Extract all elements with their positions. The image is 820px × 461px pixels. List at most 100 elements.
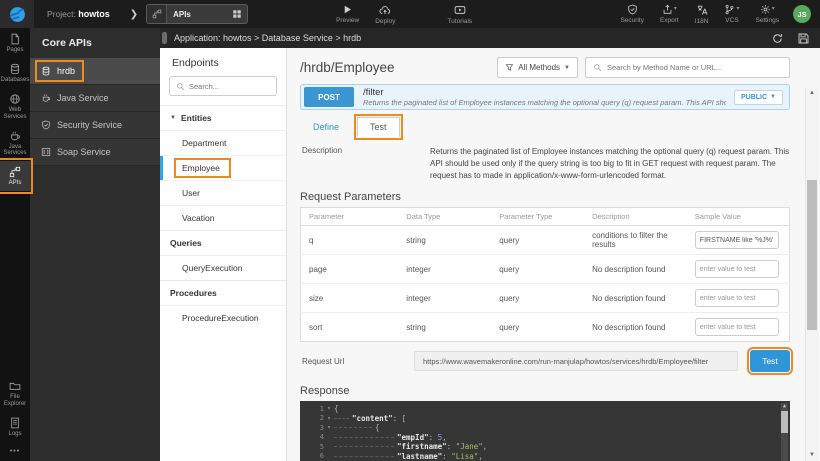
settings-button[interactable]: ▾ Settings bbox=[756, 4, 780, 24]
refresh-icon[interactable] bbox=[771, 32, 784, 45]
endpoint-path: /filter bbox=[363, 87, 726, 98]
endpoint-item-user[interactable]: User bbox=[160, 180, 286, 205]
sample-value-input-size[interactable] bbox=[695, 289, 779, 307]
db-icon bbox=[41, 66, 51, 76]
endpoint-item-label: ProcedureExecution bbox=[177, 311, 264, 325]
code-line: 4"empId": 5, bbox=[300, 433, 790, 443]
code-line: 3▾{ bbox=[300, 423, 790, 433]
deploy-button[interactable]: Deploy bbox=[375, 4, 395, 25]
methods-filter-dropdown[interactable]: All Methods ▼ bbox=[497, 57, 578, 78]
service-item-hrdb[interactable]: hrdb bbox=[30, 58, 160, 85]
response-editor[interactable]: ▲ ▼ 1▾{2▾"content": [3▾{4"empId": 5,5"fi… bbox=[300, 401, 790, 461]
endpoints-search-input[interactable] bbox=[189, 82, 269, 91]
endpoint-item-vacation[interactable]: Vacation bbox=[160, 205, 286, 230]
column-header-description: Description bbox=[584, 208, 687, 226]
editor-scrollbar[interactable]: ▲ ▼ bbox=[781, 403, 788, 461]
param-parameter-type: query bbox=[491, 255, 584, 284]
save-icon[interactable] bbox=[797, 32, 810, 45]
tab-test[interactable]: Test bbox=[357, 117, 400, 137]
param-data-type: integer bbox=[398, 255, 491, 284]
endpoint-item-label: QueryExecution bbox=[177, 261, 247, 275]
service-item-label: Security Service bbox=[57, 120, 122, 130]
code-text: { bbox=[334, 404, 339, 413]
request-parameters-table: ParameterData TypeParameter TypeDescript… bbox=[300, 207, 790, 342]
param-description: No description found bbox=[584, 255, 687, 284]
sample-value-input-sort[interactable] bbox=[695, 318, 779, 336]
method-badge[interactable]: POST bbox=[304, 87, 354, 107]
tab-define[interactable]: Define bbox=[309, 118, 343, 136]
method-search-input[interactable] bbox=[607, 63, 782, 72]
rail-item-apis[interactable]: APIs bbox=[0, 161, 30, 191]
export-icon bbox=[662, 4, 673, 15]
wavemaker-logo[interactable] bbox=[0, 0, 34, 28]
rail-item-pages[interactable]: Pages bbox=[0, 28, 30, 58]
sample-value-input-page[interactable] bbox=[695, 260, 779, 278]
code-text: "firstname": "Jane", bbox=[334, 442, 487, 451]
code-line: 6"lastname": "Lisa", bbox=[300, 452, 790, 461]
endpoint-item-department[interactable]: Department bbox=[160, 130, 286, 155]
rail-item-web-services[interactable]: Web Services bbox=[0, 88, 30, 125]
endpoint-item-label: Vacation bbox=[177, 211, 219, 225]
visibility-dropdown[interactable]: PUBLIC ▼ bbox=[734, 90, 783, 105]
user-avatar[interactable]: JS bbox=[793, 5, 811, 23]
endpoints-section-procedures[interactable]: Procedures bbox=[160, 280, 286, 305]
param-description: No description found bbox=[584, 284, 687, 313]
service-item-label: Soap Service bbox=[57, 147, 111, 157]
endpoint-item-procedureexecution[interactable]: ProcedureExecution bbox=[160, 305, 286, 330]
apis-workspace-tab[interactable]: APIs bbox=[146, 4, 248, 24]
column-header-sample-value: Sample Value bbox=[687, 208, 790, 226]
endpoints-section-label: Entities bbox=[181, 113, 212, 123]
grid-icon[interactable] bbox=[232, 9, 242, 19]
service-item-java-service[interactable]: Java Service bbox=[30, 85, 160, 112]
rail-item-databases[interactable]: Databases bbox=[0, 58, 30, 88]
rail-more-button[interactable]: ••• bbox=[10, 442, 20, 461]
line-number: 2 bbox=[300, 414, 324, 422]
rail-item-label: Pages bbox=[6, 47, 23, 54]
service-item-label: Java Service bbox=[57, 93, 109, 103]
rail-item-logs[interactable]: Logs bbox=[0, 412, 30, 442]
scroll-up-icon[interactable]: ▲ bbox=[781, 403, 788, 409]
endpoints-section-queries[interactable]: Queries bbox=[160, 230, 286, 255]
endpoint-item-queryexecution[interactable]: QueryExecution bbox=[160, 255, 286, 280]
method-search[interactable] bbox=[585, 57, 790, 78]
fold-icon[interactable]: ▾ bbox=[324, 415, 334, 422]
fold-icon[interactable]: ▾ bbox=[324, 405, 334, 412]
code-line: 1▾{ bbox=[300, 404, 790, 414]
rail-item-java-services[interactable]: Java Services bbox=[0, 125, 30, 162]
endpoints-search[interactable] bbox=[169, 76, 277, 96]
endpoints-title: Endpoints bbox=[160, 48, 286, 76]
export-button[interactable]: ▾ Export bbox=[660, 4, 679, 24]
line-number: 1 bbox=[300, 405, 324, 413]
main-scrollbar[interactable]: ▲ ▼ bbox=[805, 88, 818, 461]
fold-icon[interactable]: ▾ bbox=[324, 424, 334, 431]
api-connector-icon bbox=[147, 5, 167, 23]
service-item-security-service[interactable]: Security Service bbox=[30, 112, 160, 139]
chevron-down-icon: ▼ bbox=[564, 65, 570, 71]
main-scrollbar-thumb[interactable] bbox=[807, 180, 817, 330]
collapse-panel-handle[interactable] bbox=[162, 32, 167, 44]
tutorials-button[interactable]: Tutorials bbox=[447, 4, 472, 25]
scroll-down-icon[interactable]: ▼ bbox=[806, 452, 818, 458]
vcs-button[interactable]: ▾ VCS bbox=[724, 4, 739, 24]
service-item-soap-service[interactable]: Soap Service bbox=[30, 139, 160, 166]
column-header-parameter: Parameter bbox=[301, 208, 399, 226]
test-button[interactable]: Test bbox=[750, 350, 790, 372]
i18n-button[interactable]: I18N bbox=[695, 4, 709, 25]
editor-scrollbar-thumb[interactable] bbox=[781, 411, 788, 433]
security-button[interactable]: Security bbox=[620, 4, 643, 24]
endpoint-accordion-header[interactable]: POST /filter Returns the paginated list … bbox=[300, 84, 790, 110]
soap-icon bbox=[41, 147, 51, 157]
rail-item-file-explorer[interactable]: File Explorer bbox=[0, 375, 30, 412]
scroll-up-icon[interactable]: ▲ bbox=[806, 90, 818, 96]
code-text: "empId": 5, bbox=[334, 433, 447, 442]
request-url-input[interactable] bbox=[414, 351, 738, 371]
left-icon-rail: Pages DatabasesWeb ServicesJava ServicesA… bbox=[0, 28, 30, 461]
endpoint-item-employee[interactable]: Employee bbox=[160, 155, 286, 180]
endpoints-section-entities[interactable]: ▼Entities bbox=[160, 105, 286, 130]
preview-button[interactable]: Preview bbox=[336, 4, 359, 24]
chevron-down-icon: ▼ bbox=[770, 94, 776, 100]
code-text: { bbox=[334, 423, 380, 432]
param-description: No description found bbox=[584, 313, 687, 342]
search-icon bbox=[176, 82, 185, 91]
sample-value-input-q[interactable] bbox=[695, 231, 779, 249]
